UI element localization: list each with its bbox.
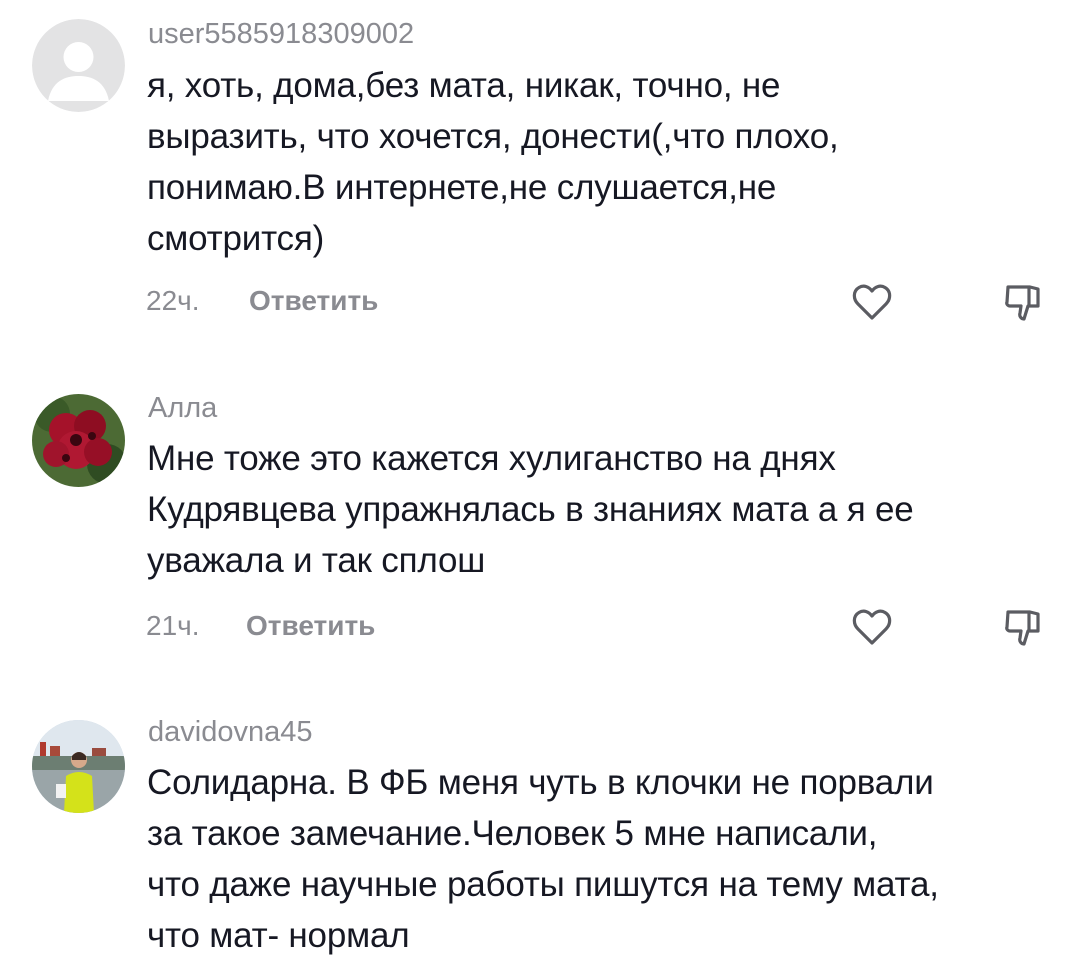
comment-text: Солидарна. В ФБ меня чуть в клочки не по… xyxy=(147,757,1057,961)
reply-button[interactable]: Ответить xyxy=(249,285,378,317)
comment-item: Алла Мне тоже это кажется хулиганство на… xyxy=(0,360,1080,690)
comment-username[interactable]: user5585918309002 xyxy=(148,18,414,50)
comment-text: я, хоть, дома,без мата, никак, точно, не… xyxy=(147,60,1057,264)
reply-button[interactable]: Ответить xyxy=(246,610,375,642)
comment-text-line: что мат- нормал xyxy=(147,916,410,955)
comment-text-line: выразить, что хочется, донести(,что плох… xyxy=(147,117,839,156)
comment-time: 22ч. xyxy=(146,285,200,316)
comment-text-line: за такое замечание.Человек 5 мне написал… xyxy=(147,814,878,853)
comment-text-line: понимаю.В интернете,не слушается,не xyxy=(147,168,777,207)
comment-username[interactable]: davidovna45 xyxy=(148,716,312,748)
comment-text-line: что даже научные работы пишутся на тему … xyxy=(147,865,939,904)
comment-item: user5585918309002 я, хоть, дома,без мата… xyxy=(0,0,1080,360)
person-photo xyxy=(32,720,125,813)
comment-time: 21ч. xyxy=(146,610,200,641)
flower-photo xyxy=(32,394,125,487)
comment-text-line: уважала и так сплош xyxy=(147,541,486,580)
heart-outline-icon[interactable] xyxy=(850,605,894,649)
avatar[interactable] xyxy=(32,394,125,487)
comment-text-line: я, хоть, дома,без мата, никак, точно, не xyxy=(147,66,781,105)
comment-text-line: Солидарна. В ФБ меня чуть в клочки не по… xyxy=(147,763,934,802)
comment-username[interactable]: Алла xyxy=(148,392,217,424)
avatar[interactable] xyxy=(32,19,125,112)
heart-outline-icon[interactable] xyxy=(850,280,894,324)
comment-text-line: Кудрявцева упражнялась в знаниях мата а … xyxy=(147,490,914,529)
comment-text-line: смотрится) xyxy=(147,219,325,258)
avatar[interactable] xyxy=(32,720,125,813)
default-avatar-icon xyxy=(32,19,125,112)
comment-item: davidovna45 Солидарна. В ФБ меня чуть в … xyxy=(0,690,1080,969)
comment-text: Мне тоже это кажется хулиганство на днях… xyxy=(147,433,1057,586)
thumbs-down-outline-icon[interactable] xyxy=(1000,605,1044,649)
thumbs-down-outline-icon[interactable] xyxy=(1000,280,1044,324)
comment-text-line: Мне тоже это кажется хулиганство на днях xyxy=(147,439,836,478)
